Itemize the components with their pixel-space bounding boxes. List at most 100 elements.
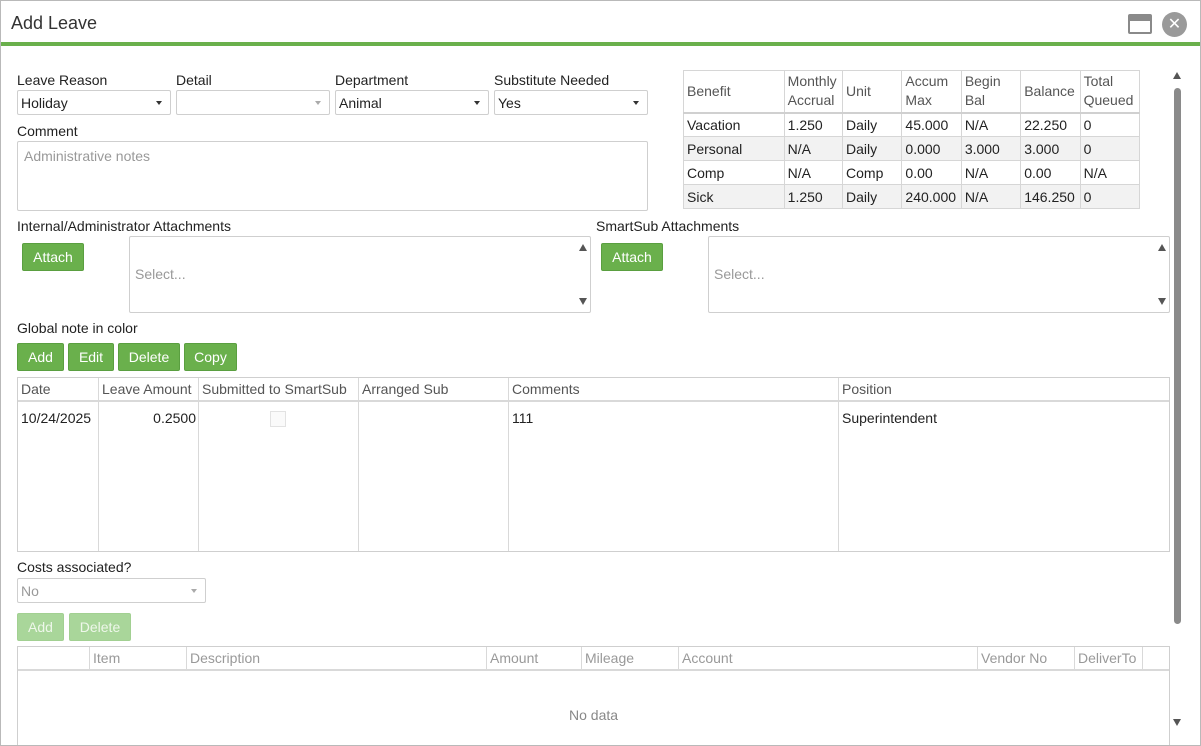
benefits-header: Begin Bal (960, 70, 1022, 114)
benefits-cell: Vacation (683, 112, 785, 137)
chevron-down-icon (474, 101, 480, 105)
comment-label: Comment (17, 123, 78, 139)
costs-associated-label: Costs associated? (17, 559, 132, 575)
benefits-cell: Daily (842, 136, 903, 161)
benefits-cell: Comp (842, 160, 903, 185)
comment-textarea[interactable]: Administrative notes (17, 141, 648, 211)
leave-grid-header-cell[interactable]: Submitted to SmartSub (199, 378, 359, 402)
internal-attachments-placeholder: Select... (135, 266, 186, 282)
note-add-button[interactable]: Add (17, 343, 64, 371)
benefits-cell: N/A (960, 160, 1022, 185)
comments-cell: 111 (512, 410, 534, 426)
substitute-needed-value: Yes (498, 95, 521, 111)
scroll-down-icon[interactable] (1158, 298, 1166, 305)
benefits-cell: 1.250 (783, 112, 844, 137)
benefits-cell: 3.000 (1020, 136, 1081, 161)
global-note-label: Global note in color (17, 320, 138, 336)
leave-grid-header: Date Leave Amount Submitted to SmartSub … (18, 378, 1169, 402)
benefits-cell: 0.00 (1020, 160, 1081, 185)
title-bar: Add Leave ✕ (1, 1, 1200, 46)
cost-add-button[interactable]: Add (17, 613, 64, 641)
costs-grid-header-cell[interactable]: DeliverTo (1075, 647, 1143, 671)
internal-attachments-label: Internal/Administrator Attachments (17, 218, 231, 234)
add-leave-window: Add Leave ✕ Leave Reason Holiday Detail … (0, 0, 1201, 746)
benefits-cell: N/A (960, 112, 1022, 137)
costs-grid: Item Description Amount Mileage Account … (17, 646, 1170, 745)
chevron-down-icon (315, 101, 321, 105)
benefits-header: Monthly Accrual (783, 70, 844, 114)
leave-reason-value: Holiday (21, 95, 68, 111)
note-copy-button[interactable]: Copy (184, 343, 237, 371)
scrollbar-thumb[interactable] (1174, 88, 1181, 624)
benefits-table: Benefit Monthly Accrual Unit Accum Max B… (683, 70, 1141, 209)
benefits-header: Accum Max (901, 70, 962, 114)
smartsub-attach-button[interactable]: Attach (601, 243, 663, 271)
benefits-cell: 22.250 (1020, 112, 1081, 137)
benefits-cell: N/A (960, 184, 1022, 209)
benefits-cell: 0.000 (901, 136, 962, 161)
department-select[interactable]: Animal (335, 90, 489, 115)
dialog-scrollbar[interactable] (1169, 68, 1185, 728)
scroll-down-icon[interactable] (579, 298, 587, 305)
benefits-cell: Daily (842, 112, 903, 137)
substitute-needed-label: Substitute Needed (494, 72, 610, 88)
benefits-row: Sick 1.250 Daily 240.000 N/A 146.250 0 (683, 184, 1141, 209)
benefits-row: Personal N/A Daily 0.000 3.000 3.000 0 (683, 136, 1141, 161)
benefits-row: Vacation 1.250 Daily 45.000 N/A 22.250 0 (683, 112, 1141, 137)
leave-grid-header-cell[interactable]: Position (839, 378, 1169, 402)
benefits-cell: 146.250 (1020, 184, 1081, 209)
benefits-cell: N/A (783, 160, 844, 185)
benefits-cell: 1.250 (783, 184, 844, 209)
close-icon[interactable]: ✕ (1162, 12, 1187, 37)
dialog-content: Leave Reason Holiday Detail Department A… (1, 50, 1200, 745)
department-value: Animal (339, 95, 382, 111)
benefits-cell: Personal (683, 136, 785, 161)
smartsub-attachments-placeholder: Select... (714, 266, 765, 282)
leave-grid-header-cell[interactable]: Arranged Sub (359, 378, 509, 402)
costs-grid-header-cell[interactable] (18, 647, 90, 671)
costs-grid-header-cell[interactable]: Item (90, 647, 187, 671)
scroll-up-icon[interactable] (579, 244, 587, 251)
leave-grid-header-cell[interactable]: Leave Amount (99, 378, 199, 402)
department-label: Department (335, 72, 409, 88)
internal-attachments-list[interactable]: Select... (129, 236, 591, 313)
benefits-row: Comp N/A Comp 0.00 N/A 0.00 N/A (683, 160, 1141, 185)
costs-grid-header-cell[interactable]: Account (679, 647, 978, 671)
costs-associated-select[interactable]: No (17, 578, 206, 603)
maximize-icon[interactable] (1128, 14, 1152, 34)
note-delete-button[interactable]: Delete (118, 343, 180, 371)
benefits-cell: 0 (1079, 184, 1141, 209)
costs-grid-header-cell[interactable]: Description (187, 647, 487, 671)
scroll-up-icon[interactable] (1158, 244, 1166, 251)
position-cell: Superintendent (842, 410, 937, 426)
smartsub-attachments-label: SmartSub Attachments (596, 218, 740, 234)
benefits-header: Benefit (683, 70, 785, 114)
window-title: Add Leave (11, 13, 98, 33)
scroll-up-icon[interactable] (1173, 72, 1181, 79)
internal-attach-button[interactable]: Attach (22, 243, 84, 271)
cost-delete-button[interactable]: Delete (69, 613, 131, 641)
costs-grid-header-cell[interactable]: Amount (487, 647, 582, 671)
leave-amount-cell: 0.2500 (153, 410, 196, 426)
costs-grid-header-cell[interactable]: Mileage (582, 647, 679, 671)
detail-select[interactable] (176, 90, 330, 115)
chevron-down-icon (633, 101, 639, 105)
leave-reason-select[interactable]: Holiday (17, 90, 171, 115)
costs-no-data: No data (569, 707, 619, 723)
note-edit-button[interactable]: Edit (68, 343, 114, 371)
leave-grid-header-cell[interactable]: Date (18, 378, 99, 402)
substitute-needed-select[interactable]: Yes (494, 90, 648, 115)
leave-reason-label: Leave Reason (17, 72, 108, 88)
submitted-to-smartsub-checkbox[interactable] (270, 411, 286, 427)
chevron-down-icon (156, 101, 162, 105)
leave-grid-header-cell[interactable]: Comments (509, 378, 839, 402)
benefits-cell: N/A (1079, 160, 1141, 185)
costs-grid-header-cell[interactable]: Vendor No (978, 647, 1075, 671)
benefits-cell: 3.000 (960, 136, 1022, 161)
smartsub-attachments-list[interactable]: Select... (708, 236, 1170, 313)
benefits-cell: 0.00 (901, 160, 962, 185)
benefits-header: Total Queued (1079, 70, 1141, 114)
benefits-cell: 240.000 (901, 184, 962, 209)
benefits-cell: 0 (1079, 112, 1141, 137)
scroll-down-icon[interactable] (1173, 719, 1181, 726)
